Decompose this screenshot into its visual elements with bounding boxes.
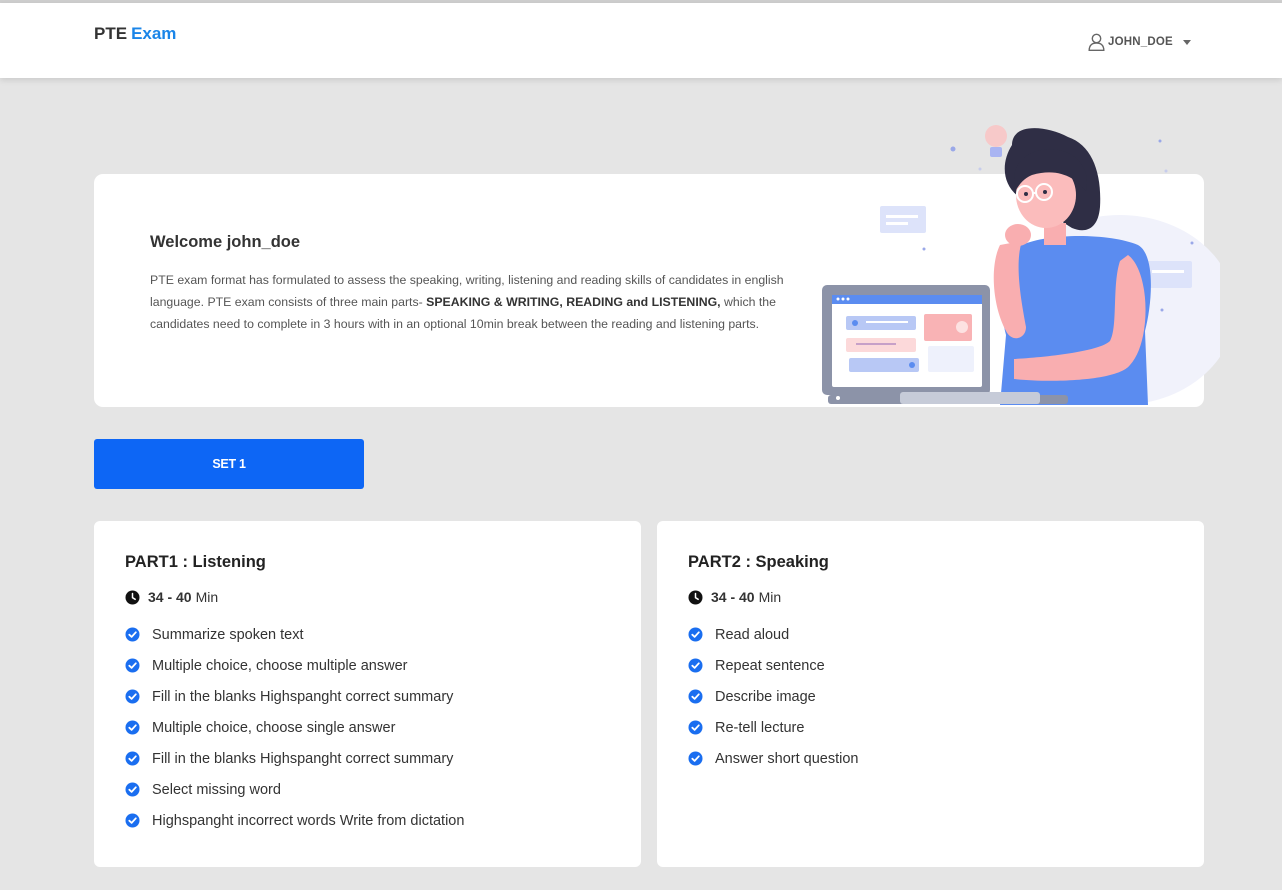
student-laptop-illustration [822, 125, 1220, 405]
list-item: Answer short question [688, 743, 1173, 774]
set-1-button[interactable]: SET 1 [94, 439, 364, 489]
task-label: Fill in the blanks Highspanght correct s… [152, 688, 454, 705]
task-list: Read aloud Repeat sentence Describe imag… [688, 619, 1173, 774]
task-label: Re-tell lecture [715, 719, 805, 736]
part-title: PART1 : Listening [125, 553, 266, 571]
task-label: Describe image [715, 688, 816, 705]
clock-icon [688, 590, 703, 604]
welcome-text: PTE exam format has formulated to assess… [150, 269, 830, 335]
duration: 34 - 40 Min [125, 587, 610, 607]
duration-unit: Min [758, 589, 782, 605]
check-circle-icon [688, 689, 703, 704]
list-item: Select missing word [125, 774, 610, 805]
check-circle-icon [125, 689, 140, 704]
check-circle-icon [125, 720, 140, 735]
user-icon [1088, 33, 1105, 51]
duration-range: 34 - 40 [711, 589, 755, 605]
check-circle-icon [125, 658, 140, 673]
list-item: Fill in the blanks Highspanght correct s… [125, 681, 610, 712]
list-item: Re-tell lecture [688, 712, 1173, 743]
check-circle-icon [125, 782, 140, 797]
list-item: Repeat sentence [688, 650, 1173, 681]
check-circle-icon [125, 751, 140, 766]
user-menu[interactable]: JOHN_DOE [1088, 33, 1191, 51]
welcome-text-highlight: SPEAKING & WRITING, READING and LISTENIN… [426, 295, 721, 309]
part-card-speaking: PART2 : Speaking 34 - 40 Min Read aloud … [657, 521, 1204, 867]
duration-range: 34 - 40 [148, 589, 192, 605]
check-circle-icon [688, 658, 703, 673]
part-card-listening: PART1 : Listening 34 - 40 Min Summarize … [94, 521, 641, 867]
list-item: Multiple choice, choose single answer [125, 712, 610, 743]
part-title: PART2 : Speaking [688, 553, 829, 571]
task-label: Fill in the blanks Highspanght correct s… [152, 750, 454, 767]
username: JOHN_DOE [1108, 36, 1173, 48]
task-label: Highspanght incorrect words Write from d… [152, 812, 465, 829]
task-label: Multiple choice, choose multiple answer [152, 657, 408, 674]
chevron-down-icon [1182, 39, 1191, 45]
task-label: Multiple choice, choose single answer [152, 719, 396, 736]
check-circle-icon [125, 813, 140, 828]
check-circle-icon [688, 627, 703, 642]
task-list: Summarize spoken text Multiple choice, c… [125, 619, 610, 836]
brand-main: PTE [94, 24, 128, 43]
duration-unit: Min [195, 589, 219, 605]
list-item: Read aloud [688, 619, 1173, 650]
list-item: Describe image [688, 681, 1173, 712]
list-item: Multiple choice, choose multiple answer [125, 650, 610, 681]
check-circle-icon [125, 627, 140, 642]
task-label: Read aloud [715, 626, 790, 643]
task-label: Select missing word [152, 781, 281, 798]
welcome-title: Welcome john_doe [150, 233, 301, 251]
list-item: Summarize spoken text [125, 619, 610, 650]
clock-icon [125, 590, 140, 604]
navbar: PTE Exam JOHN_DOE [0, 3, 1282, 78]
check-circle-icon [688, 751, 703, 766]
check-circle-icon [688, 720, 703, 735]
duration: 34 - 40 Min [688, 587, 1173, 607]
list-item: Highspanght incorrect words Write from d… [125, 805, 610, 836]
task-label: Summarize spoken text [152, 626, 304, 643]
task-label: Answer short question [715, 750, 859, 767]
brand-accent: Exam [131, 24, 177, 43]
list-item: Fill in the blanks Highspanght correct s… [125, 743, 610, 774]
brand-logo[interactable]: PTE Exam [94, 24, 176, 44]
task-label: Repeat sentence [715, 657, 825, 674]
